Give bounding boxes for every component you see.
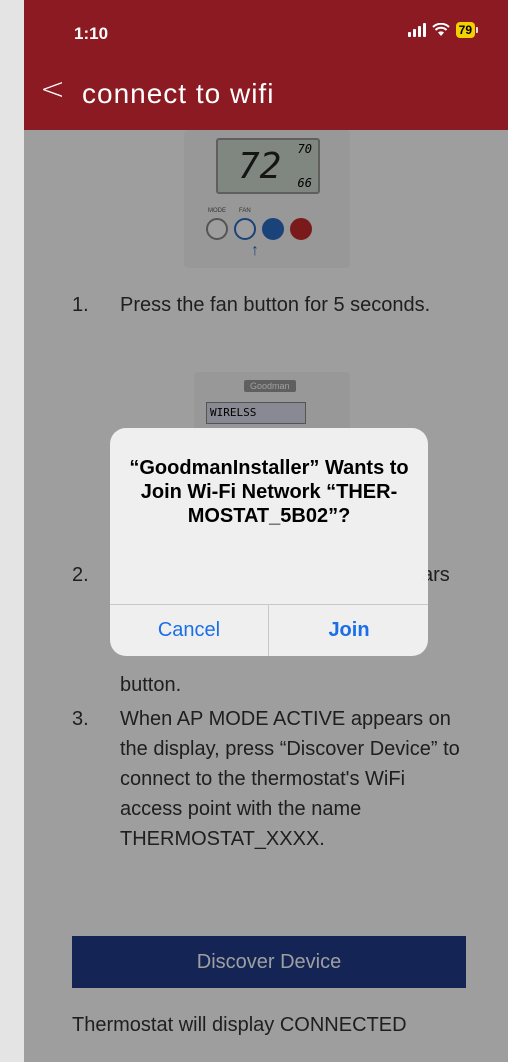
wifi-join-alert: “GoodmanInstaller” Wants to Join Wi-Fi N… bbox=[110, 428, 428, 656]
battery-icon: 79 bbox=[455, 22, 478, 38]
cellular-signal-icon bbox=[407, 23, 426, 37]
phone-screen: 1:10 79 < connect to wifi 72 70 66 MODE … bbox=[24, 0, 508, 1062]
app-header: 1:10 79 < connect to wifi bbox=[24, 0, 508, 130]
wifi-icon bbox=[431, 23, 450, 37]
status-icons: 79 bbox=[407, 22, 478, 38]
cancel-button[interactable]: Cancel bbox=[110, 604, 268, 656]
join-button[interactable]: Join bbox=[270, 604, 428, 656]
alert-title: “GoodmanInstaller” Wants to Join Wi-Fi N… bbox=[129, 457, 409, 527]
left-edge bbox=[0, 0, 24, 1062]
back-button[interactable]: < bbox=[40, 72, 70, 107]
chevron-left-icon: < bbox=[40, 72, 66, 107]
status-time: 1:10 bbox=[74, 24, 109, 43]
page-title: connect to wifi bbox=[82, 78, 275, 109]
battery-level: 79 bbox=[455, 22, 475, 38]
